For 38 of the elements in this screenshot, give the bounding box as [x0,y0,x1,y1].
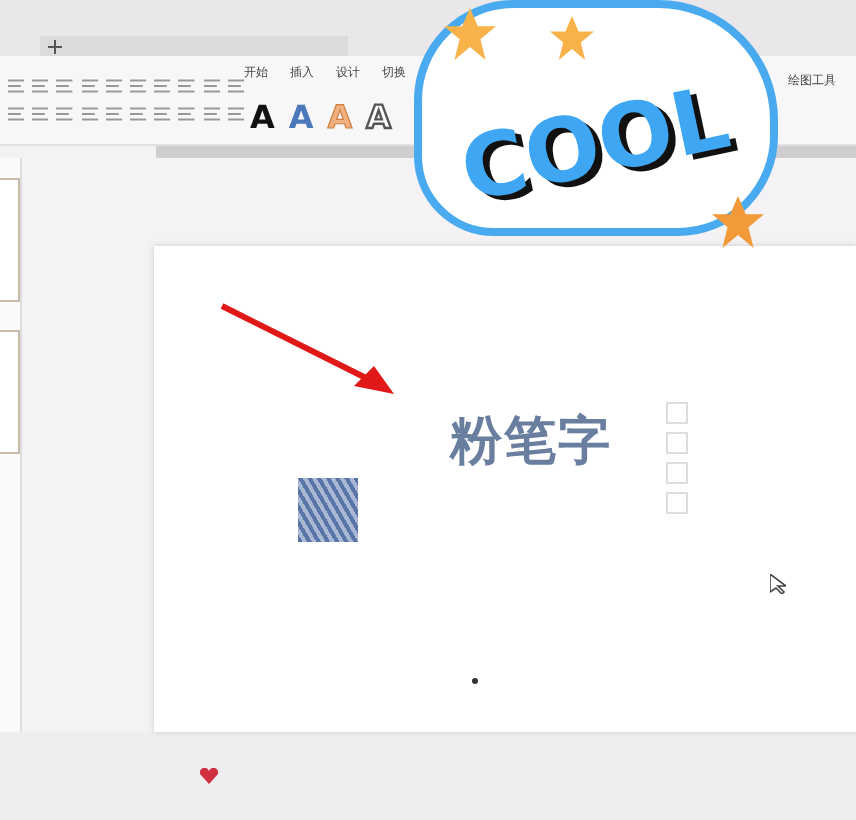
sticker-text: COOL [453,66,739,222]
star-icon [712,196,764,248]
dot-icon [472,678,478,684]
toolbar-icon[interactable] [130,78,147,94]
toolbar-icon[interactable] [32,106,49,122]
toolbar-icon[interactable] [105,106,123,122]
cursor-icon [770,574,786,594]
plus-icon[interactable] [48,39,62,53]
toolbar-icon[interactable] [56,106,74,122]
toolbar-icon[interactable] [8,78,25,94]
float-toolbar-button[interactable] [666,402,688,424]
float-toolbar-button[interactable] [666,492,688,514]
slide-thumbnail[interactable] [0,330,20,454]
text-style-swatch[interactable]: A [250,98,275,136]
toolbar-icon[interactable] [178,78,196,94]
toolbar-icon[interactable] [154,106,171,122]
toolbar-icon[interactable] [178,106,196,122]
toolbar-icon[interactable] [227,106,245,122]
toolbar-icon[interactable] [105,78,123,94]
toolbar-icon[interactable] [8,106,25,122]
star-icon [444,8,496,60]
toolbar-icon[interactable] [81,78,98,94]
toolbar-icon[interactable] [32,78,49,94]
toolbar-icon[interactable] [154,78,171,94]
text-style-swatch[interactable]: A [288,98,314,136]
toolbar-icon[interactable] [81,106,98,122]
heart-icon [200,768,218,784]
slide-title: 粉笔字 [450,410,612,476]
toolbar-icon[interactable] [56,78,74,94]
float-toolbar-button[interactable] [666,432,688,454]
float-toolbar-button[interactable] [666,462,688,484]
toolbar-icon[interactable] [130,106,147,122]
star-icon [550,16,594,60]
toolbar-icon[interactable] [203,78,220,94]
slide-thumbnail[interactable] [0,178,20,302]
texture-swatch [298,478,358,542]
toolbar-icon[interactable] [227,78,245,94]
toolbar-icon[interactable] [203,106,220,122]
